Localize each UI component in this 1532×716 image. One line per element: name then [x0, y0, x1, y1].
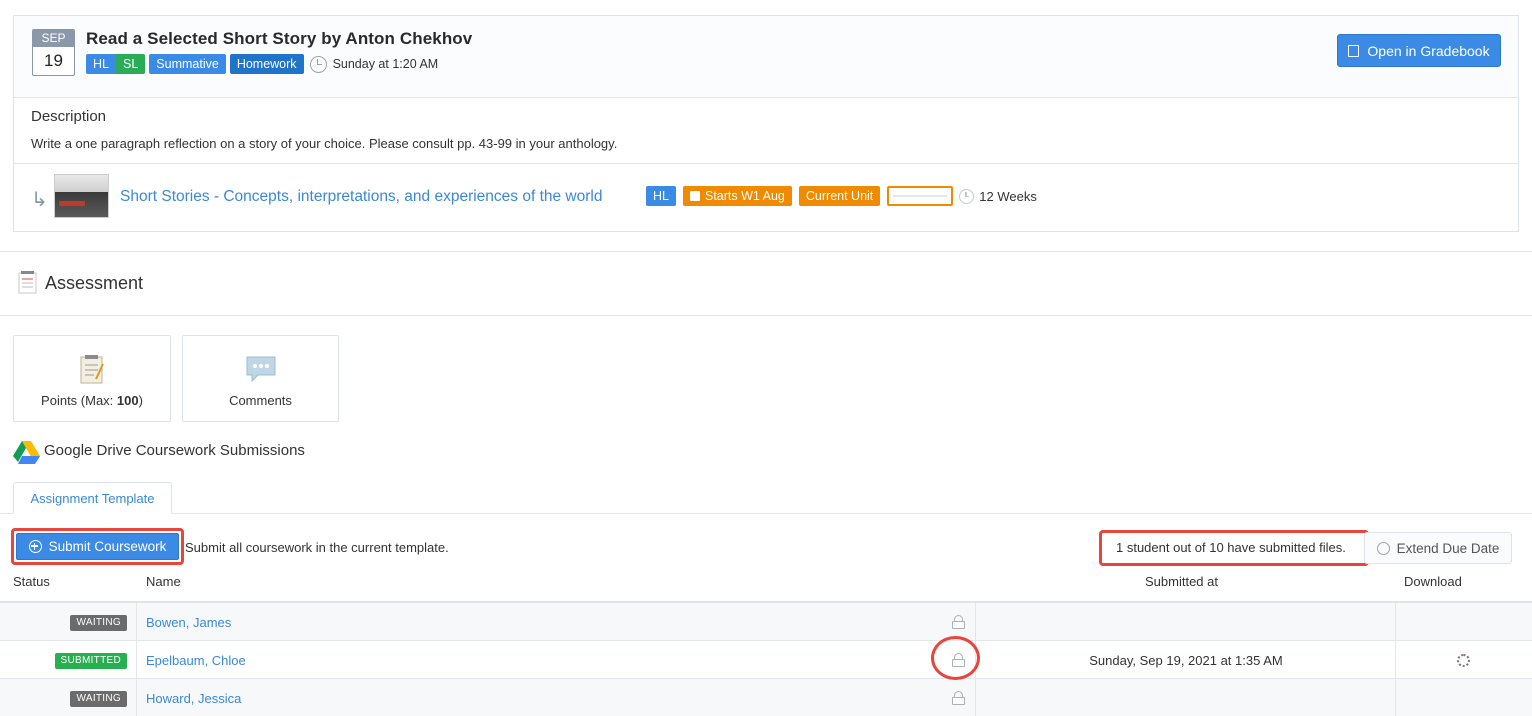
assignment-card: SEP 19 Read a Selected Short Story by An… [13, 15, 1519, 232]
column-header-status: Status [13, 574, 50, 589]
calendar-icon [689, 191, 700, 201]
assignment-tags: HL SL Summative Homework Sunday at 1:20 … [86, 54, 438, 74]
student-name-link[interactable]: Epelbaum, Chloe [146, 653, 246, 668]
google-drive-icon [13, 441, 40, 464]
date-badge: SEP 19 [32, 29, 75, 76]
assignment-title: Read a Selected Short Story by Anton Che… [86, 29, 473, 48]
date-month: SEP [33, 30, 74, 47]
description-label: Description [31, 108, 107, 125]
extend-due-date-button[interactable]: Extend Due Date [1364, 532, 1512, 564]
submit-coursework-highlight: Submit Coursework [11, 528, 184, 565]
date-day: 19 [44, 51, 63, 70]
status-badge: SUBMITTED [54, 653, 127, 669]
description-text: Write a one paragraph reflection on a st… [31, 136, 618, 151]
assessment-notepad-icon [18, 271, 37, 294]
drive-section-title: Google Drive Coursework Submissions [44, 442, 305, 459]
unit-tag-hl: HL [646, 186, 676, 206]
plus-circle-icon [28, 540, 42, 553]
unit-thumbnail[interactable] [54, 174, 109, 218]
points-label: Points (Max: 100) [41, 393, 143, 408]
clock-icon [309, 55, 327, 73]
column-header-name: Name [146, 574, 181, 589]
unit-duration: 12 Weeks [979, 188, 1037, 204]
assignment-header: SEP 19 Read a Selected Short Story by An… [14, 16, 1518, 98]
unit-tag-current: Current Unit [798, 186, 881, 206]
tag-homework: Homework [229, 54, 304, 74]
submit-coursework-label: Submit Coursework [48, 539, 167, 554]
open-in-gradebook-label: Open in Gradebook [1367, 42, 1490, 59]
unit-tag-starts: Starts W1 Aug [682, 186, 792, 206]
subdirectory-arrow-icon: ↳ [31, 189, 48, 211]
unit-progress-bar [887, 186, 954, 206]
column-header-download: Download [1404, 574, 1462, 589]
loading-spinner-icon[interactable] [1457, 654, 1470, 667]
table-row: WAITING Howard, Jessica [0, 679, 1532, 716]
tag-hl: HL [86, 54, 116, 74]
lock-icon[interactable] [952, 615, 965, 629]
student-name-link[interactable]: Bowen, James [146, 615, 231, 630]
due-time: Sunday at 1:20 AM [332, 57, 439, 71]
points-tile[interactable]: Points (Max: 100) [13, 335, 171, 422]
assessment-title: Assessment [45, 273, 144, 293]
unit-row: ↳ Short Stories - Concepts, interpretati… [14, 164, 1518, 232]
unit-link[interactable]: Short Stories - Concepts, interpretation… [120, 188, 602, 206]
unit-tag-starts-label: Starts W1 Aug [704, 189, 785, 203]
divider [0, 251, 1532, 252]
table-row: SUBMITTED Epelbaum, Chloe Sunday, Sep 19… [0, 641, 1532, 679]
clock-icon [959, 188, 975, 204]
extend-due-date-label: Extend Due Date [1396, 540, 1500, 556]
lock-highlight-circle [931, 636, 980, 680]
points-max: 100 [116, 393, 139, 408]
grade-sheet-icon [80, 355, 104, 384]
submitted-at: Sunday, Sep 19, 2021 at 1:35 AM [1089, 653, 1283, 668]
divider [0, 315, 1532, 316]
tab-baseline [0, 513, 1532, 514]
gradebook-icon [1348, 44, 1360, 57]
submit-hint: Submit all coursework in the current tem… [185, 540, 449, 555]
status-badge: WAITING [70, 615, 127, 631]
tag-sl: SL [115, 54, 146, 74]
submission-count: 1 student out of 10 have submitted files… [1116, 540, 1346, 555]
table-row: WAITING Bowen, James [0, 603, 1532, 641]
alarm-clock-icon [1376, 541, 1390, 555]
unit-tags: HL Starts W1 Aug Current Unit 12 Weeks [646, 186, 1037, 206]
status-badge: WAITING [70, 691, 127, 707]
comments-tile[interactable]: Comments [182, 335, 339, 422]
speech-bubble-icon [246, 356, 275, 383]
column-header-submitted-at: Submitted at [1145, 574, 1218, 589]
open-in-gradebook-button[interactable]: Open in Gradebook [1337, 34, 1501, 67]
comments-label: Comments [229, 393, 292, 408]
lock-icon[interactable] [952, 691, 965, 705]
submit-coursework-button[interactable]: Submit Coursework [16, 533, 179, 560]
description-section: Description Write a one paragraph reflec… [14, 98, 1518, 164]
tab-assignment-template[interactable]: Assignment Template [13, 482, 172, 514]
tag-summative: Summative [149, 54, 226, 74]
student-name-link[interactable]: Howard, Jessica [146, 691, 241, 706]
